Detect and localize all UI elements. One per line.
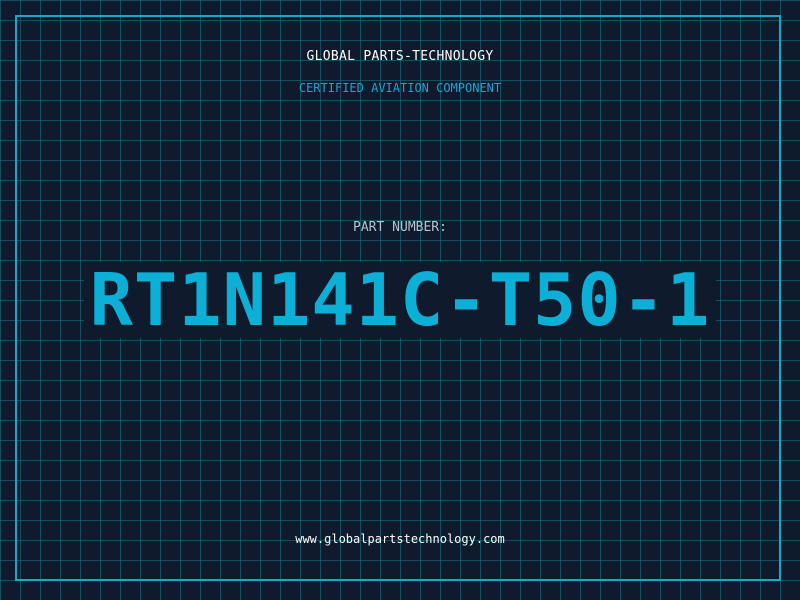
- part-number-container: RT1N141C-T50-1: [0, 262, 800, 338]
- certificate-canvas: GLOBAL PARTS-TECHNOLOGY CERTIFIED AVIATI…: [0, 0, 800, 600]
- website-link[interactable]: www.globalpartstechnology.com: [0, 531, 800, 547]
- part-number-value: RT1N141C-T50-1: [83, 262, 717, 338]
- certification-subtitle: CERTIFIED AVIATION COMPONENT: [298, 81, 502, 95]
- company-name: GLOBAL PARTS-TECHNOLOGY: [306, 49, 494, 64]
- part-number-label: PART NUMBER:: [353, 220, 447, 235]
